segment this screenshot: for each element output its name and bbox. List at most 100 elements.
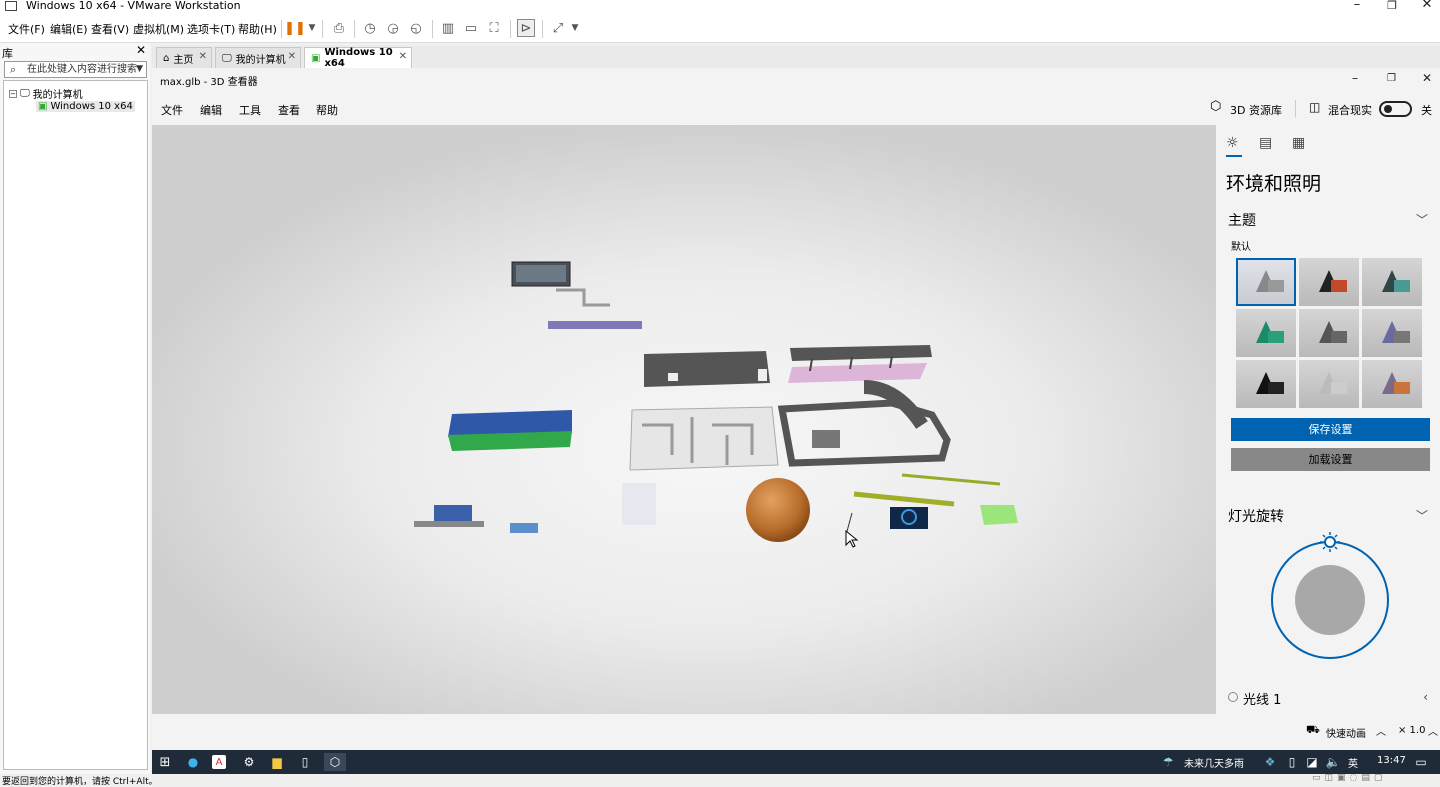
pause-dropdown-icon[interactable]: ▼ [303,19,321,37]
restore-icon[interactable]: ❐ [1377,0,1407,12]
light-sun-icon[interactable] [1324,536,1336,548]
settings-icon[interactable]: ⚙ [240,753,258,771]
chevron-down-icon[interactable]: ﹀ [1416,211,1428,228]
mixed-reality-toggle[interactable] [1379,101,1412,117]
close-icon[interactable]: ✕ [1412,0,1440,12]
menu-file[interactable]: 文件(F) [8,21,45,37]
stats-icon[interactable]: ▤ [1259,135,1272,151]
app-maximize-icon[interactable]: ❐ [1387,73,1396,84]
quick-animation-button[interactable]: 快速动画 [1326,725,1366,740]
collapse-icon[interactable]: − [9,89,17,98]
sun-icon[interactable]: ☼ [1226,135,1239,151]
revert-snapshot-icon[interactable]: ◶ [384,19,402,37]
tab-close-icon[interactable]: ✕ [199,51,207,62]
notification-icon[interactable]: ▭ [1412,753,1430,771]
computer-icon: 🖵 [20,88,30,99]
app-menu-view[interactable]: 查看 [278,102,300,118]
library-tree: − 🖵 我的计算机 ▣ Windows 10 x64 [3,80,148,770]
tab-my-computer[interactable]: 🖵 我的计算机 ✕ [215,47,301,68]
vmware-title-bar: Windows 10 x64 - VMware Workstation – ❐ … [0,0,1440,13]
tab-windows10[interactable]: ▣ Windows 10 x64 ✕ [304,47,412,69]
tab-close-icon[interactable]: ✕ [399,51,407,62]
app-minimize-icon[interactable]: – [1352,71,1358,85]
menu-edit[interactable]: 编辑(E) [50,21,88,37]
wifi-icon[interactable]: ◪ [1303,753,1321,771]
volume-icon[interactable]: 🔈 [1324,753,1342,771]
library-close-icon[interactable]: ✕ [136,43,146,57]
device-status-icons[interactable]: ▭◫▣◌▤▢ [1312,773,1386,783]
app-menu-tools[interactable]: 工具 [239,102,261,118]
toggle-knob [1384,105,1392,113]
toolbar-divider [432,20,433,38]
full-screen-icon[interactable]: ⛶ [485,19,503,37]
thumbnail-icon[interactable]: ▭ [462,19,480,37]
light-rotation-dial[interactable] [1268,530,1392,660]
app-menu-edit[interactable]: 编辑 [200,102,222,118]
console-view-icon[interactable]: ⊳ [517,19,535,37]
minimize-icon[interactable]: – [1342,0,1372,12]
library-search-input[interactable]: ⌕ 在此处键入内容进行搜索 ▼ [4,61,147,78]
show-library-icon[interactable]: ▥ [439,19,457,37]
preview-cube [1268,280,1284,292]
chevron-down-icon[interactable]: ﹀ [1416,507,1428,524]
ime-indicator[interactable]: 英 [1348,755,1358,770]
tab-close-icon[interactable]: ✕ [288,51,296,62]
preview-cube [1331,382,1347,394]
zoom-readout[interactable]: × 1.0 [1398,725,1425,736]
light-rotation-title[interactable]: 灯光旋转 [1228,506,1284,526]
preview-cube [1268,382,1284,394]
network-status-icon[interactable]: ❖ [1261,753,1279,771]
stretch-icon[interactable]: ⤢ [549,19,567,37]
home-icon: ⌂ [163,52,170,64]
send-ctrl-alt-del-icon[interactable]: ⎙ [330,19,348,37]
theme-section-title[interactable]: 主题 [1228,210,1256,230]
edge-icon[interactable]: ● [184,753,202,771]
light1-radio[interactable] [1228,692,1238,702]
notepad-icon[interactable]: ▯ [296,753,314,771]
app-menu-bar: 文件 编辑 工具 查看 帮助 ⬡ 3D 资源库 ◫ 混合现实 关 [152,92,1440,125]
app-icon[interactable]: A [212,755,226,769]
tree-item-windows10[interactable]: ▣ Windows 10 x64 [36,101,135,112]
toolbar-divider [281,20,282,38]
stretch-dropdown-icon[interactable]: ▼ [566,19,584,37]
3d-library-button[interactable]: 3D 资源库 [1230,102,1282,118]
menu-vm[interactable]: 虚拟机(M) [133,21,184,37]
menu-tabs[interactable]: 选项卡(T) [187,21,235,37]
menu-help[interactable]: 帮助(H) [238,21,277,37]
library-header: 库 [2,47,13,60]
pause-icon[interactable]: ❚❚ [284,19,306,37]
search-icon: ⌕ [10,63,17,76]
chevron-up-icon[interactable]: ︿ [1428,723,1438,738]
windows-start-icon[interactable]: ⊞ [156,753,174,771]
tree-label: 我的计算机 [32,90,83,101]
model-olive-bar [853,491,955,507]
mixed-reality-icon: ◫ [1309,100,1321,114]
tree-label: Windows 10 x64 [50,101,133,112]
mixed-reality-label: 混合现实 [1328,104,1372,117]
tab-home[interactable]: ⌂ 主页 ✕ [156,47,212,68]
weather-text[interactable]: 未来几天多雨 [1184,755,1244,770]
tree-item-my-computer[interactable]: − 🖵 我的计算机 [9,86,83,101]
save-settings-button[interactable]: 保存设置 [1231,418,1430,441]
app-menu-help[interactable]: 帮助 [316,102,338,118]
app-menu-file[interactable]: 文件 [161,102,183,118]
snapshot-manager-icon[interactable]: ◵ [407,19,425,37]
snapshot-icon[interactable]: ◷ [361,19,379,37]
file-explorer-icon[interactable]: ▆ [268,753,286,771]
computer-icon: 🖵 [222,52,232,64]
chevron-left-icon[interactable]: ‹ [1423,690,1428,704]
grid-icon[interactable]: ▦ [1292,135,1305,151]
3d-scene [414,261,1018,548]
search-dropdown-icon[interactable]: ▼ [136,62,143,77]
menu-view[interactable]: 查看(V) [91,21,129,37]
3d-viewport[interactable] [152,125,1216,714]
3d-viewer-taskbar-icon[interactable]: ⬡ [324,753,346,771]
battery-icon[interactable]: ▯ [1283,753,1301,771]
preview-cube [1268,331,1284,343]
load-settings-button[interactable]: 加载设置 [1231,448,1430,471]
clock[interactable]: 13:47 [1377,755,1406,766]
vmware-menu-bar: 文件(F) 编辑(E) 查看(V) 虚拟机(M) 选项卡(T) 帮助(H) ❚❚… [0,13,1440,43]
chevron-up-icon[interactable]: ︿ [1376,723,1386,738]
app-close-icon[interactable]: ✕ [1422,71,1432,85]
model-dark-floorplan [777,399,951,467]
